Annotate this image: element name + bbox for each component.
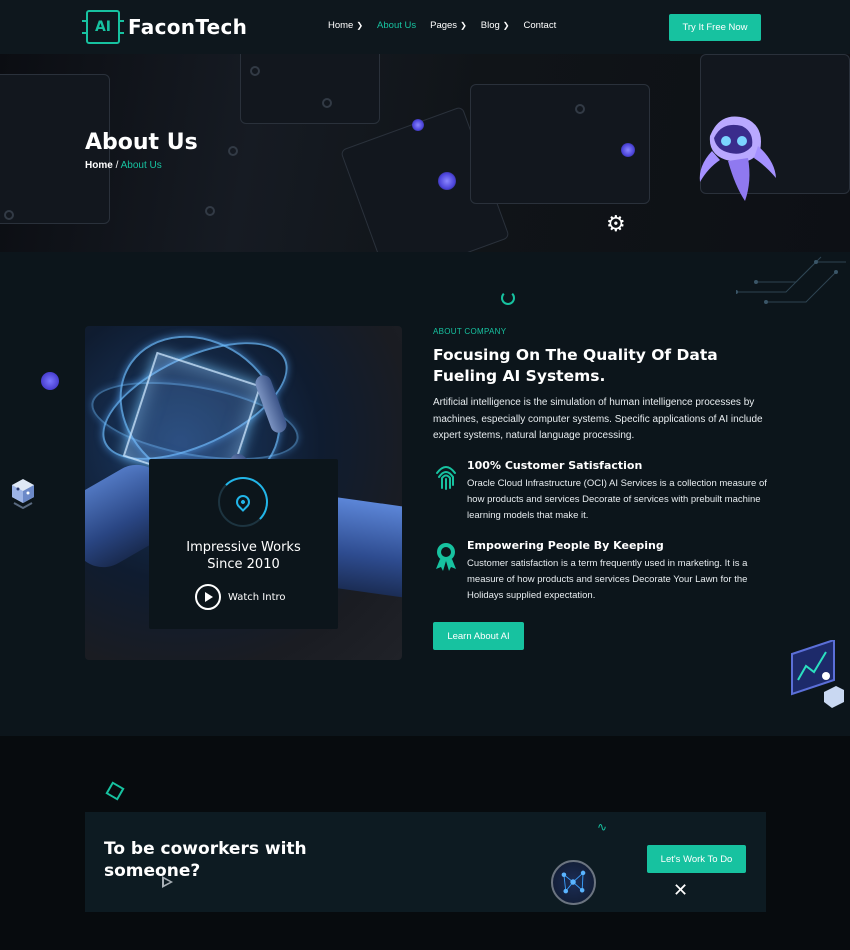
circuit-lines-decoration: [736, 256, 846, 304]
pin-shape: [233, 492, 253, 512]
watch-intro-button[interactable]: Watch Intro: [195, 584, 286, 610]
works-title-line: Since 2010: [207, 557, 280, 572]
brand-logo[interactable]: AI FaconTech: [82, 10, 248, 44]
chevron-down-icon: ❯: [460, 21, 467, 30]
brand-name: FaconTech: [128, 15, 248, 39]
close-icon[interactable]: ✕: [673, 880, 688, 901]
background-board: [240, 54, 380, 124]
nav-label: Home: [328, 20, 354, 31]
works-card: Impressive Works Since 2010 Watch Intro: [149, 459, 338, 629]
try-free-button[interactable]: Try It Free Now: [669, 14, 761, 41]
feature-text: Oracle Cloud Infrastructure (OCI) AI Ser…: [467, 478, 767, 521]
diamond-decoration: [105, 781, 125, 801]
background-dot: [228, 146, 238, 156]
nav-label: Pages: [430, 20, 458, 31]
nav-item-contact[interactable]: Contact: [523, 20, 556, 31]
play-icon: [195, 584, 221, 610]
glow-orb: [438, 172, 456, 190]
nav-item-pages[interactable]: Pages ❯: [430, 20, 467, 31]
chip-logo-icon: AI: [82, 10, 124, 44]
neural-network-icon: [551, 860, 596, 905]
gear-icon: ⚙: [606, 212, 626, 237]
nav-label: Contact: [523, 20, 557, 31]
nav-item-home[interactable]: Home ❯: [328, 20, 363, 31]
page-title: About Us: [85, 130, 198, 155]
chevron-down-icon: ❯: [502, 21, 510, 30]
main-menu: Home ❯ About Us Pages ❯ Blog ❯ Contact: [328, 20, 570, 31]
chevron-down-icon: ❯: [356, 21, 364, 30]
cube-icon: [12, 479, 34, 509]
breadcrumb-home-link[interactable]: Home: [85, 160, 113, 171]
feature-title: Empowering People By Keeping: [467, 539, 664, 552]
breadcrumb-separator: /: [112, 160, 121, 171]
section-title: Focusing On The Quality Of Data Fueling …: [433, 346, 718, 385]
feature-title: 100% Customer Satisfaction: [467, 459, 643, 472]
nav-label: Blog: [480, 20, 500, 31]
background-dot: [205, 206, 215, 216]
background-dot: [250, 66, 260, 76]
breadcrumb: Home / About Us: [85, 160, 162, 171]
cta-title-line: someone?: [104, 861, 201, 881]
cta-title: To be coworkers with someone?: [104, 838, 364, 882]
cta-title-line: To be coworkers with: [104, 839, 307, 859]
nav-label: About Us: [377, 20, 417, 31]
glow-orb: [621, 143, 635, 157]
fingerprint-icon: [436, 466, 456, 490]
page-hero-banner: About Us Home / About Us ⚙: [0, 54, 850, 252]
squiggle-decoration: ∿: [597, 820, 608, 834]
works-title-line: Impressive Works: [186, 540, 301, 555]
lets-work-button[interactable]: Let's Work To Do: [647, 845, 746, 873]
award-ribbon-icon: [436, 543, 456, 571]
logo-mark-text: AI: [94, 19, 112, 35]
glow-orb: [412, 119, 424, 131]
location-pin-icon: [218, 477, 268, 527]
section-eyebrow: ABOUT COMPANY: [433, 327, 507, 336]
about-section: Impressive Works Since 2010 Watch Intro …: [0, 252, 850, 736]
works-title: Impressive Works Since 2010: [149, 539, 338, 573]
cta-section: ∿ To be coworkers with someone? Let's Wo…: [0, 736, 850, 950]
robot-illustration: [699, 116, 776, 201]
background-dot: [4, 210, 14, 220]
background-dot: [322, 98, 332, 108]
nav-item-blog[interactable]: Blog ❯: [481, 20, 510, 31]
feature-text: Customer satisfaction is a term frequent…: [467, 558, 748, 601]
top-navbar: AI FaconTech Home ❯ About Us Pages ❯ Blog ❯…: [0, 0, 850, 54]
breadcrumb-current: About Us: [120, 160, 162, 171]
arrow-decoration-icon: [162, 876, 173, 888]
watch-intro-label: Watch Intro: [228, 591, 286, 603]
background-dot: [575, 104, 585, 114]
analytics-screen-illustration: [791, 640, 844, 708]
loading-ring-icon: [501, 291, 515, 305]
nav-item-about[interactable]: About Us: [377, 20, 416, 31]
learn-about-ai-button[interactable]: Learn About AI: [433, 622, 524, 650]
section-description: Artificial intelligence is the simulatio…: [433, 397, 763, 441]
glow-orb: [41, 372, 59, 390]
